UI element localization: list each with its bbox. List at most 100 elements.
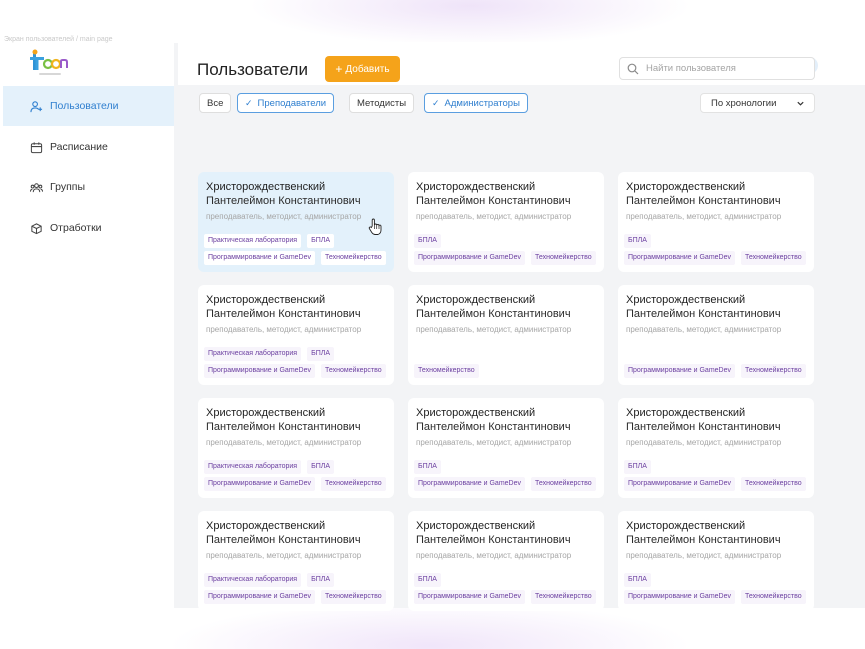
filter-admins[interactable]: ✓ Администраторы bbox=[424, 93, 528, 113]
course-tag: Техномейкерство bbox=[321, 477, 386, 491]
tag-list: БПЛА Программирование и GameDev Техномейке… bbox=[414, 460, 600, 494]
tag-list: Практическая лаборатория БПЛА Программиров… bbox=[204, 347, 390, 381]
tag-row: БПЛА bbox=[414, 234, 600, 248]
user-card[interactable]: Христорождественский Пантелеймон Констант… bbox=[618, 511, 814, 611]
course-tag: БПЛА bbox=[414, 573, 441, 587]
course-tag: Программирование и GameDev bbox=[414, 251, 525, 265]
tag-list: Практическая лаборатория БПЛА Программиров… bbox=[204, 234, 390, 268]
tag-row: Программирование и GameDev Техномейкерств… bbox=[414, 477, 600, 491]
tag-row: Программирование и GameDev Техномейкерств… bbox=[204, 251, 390, 265]
search-input[interactable] bbox=[646, 63, 806, 74]
course-tag: Программирование и GameDev bbox=[624, 477, 735, 491]
filter-methodists[interactable]: Методисты bbox=[349, 93, 415, 113]
user-given-name: Пантелеймон Константинович bbox=[206, 195, 361, 207]
user-given-name: Пантелеймон Константинович bbox=[626, 195, 781, 207]
tag-list: Практическая лаборатория БПЛА Программиров… bbox=[204, 573, 390, 607]
plus-icon: + bbox=[335, 62, 343, 76]
sort-label: По хронологии bbox=[711, 97, 777, 109]
course-tag: Практическая лаборатория bbox=[204, 234, 302, 248]
user-surname: Христорождественский bbox=[626, 407, 746, 419]
course-tag: БПЛА bbox=[307, 234, 334, 248]
search-box[interactable] bbox=[619, 57, 815, 80]
course-tag: Программирование и GameDev bbox=[624, 364, 735, 378]
user-card[interactable]: Христорождественский Пантелеймон Констант… bbox=[408, 398, 604, 498]
user-given-name: Пантелеймон Константинович bbox=[416, 195, 571, 207]
user-surname: Христорождественский bbox=[416, 181, 536, 193]
user-given-name: Пантелеймон Константинович bbox=[416, 534, 571, 546]
tag-row: Программирование и GameDev Техномейкерств… bbox=[624, 251, 810, 265]
sidebar-item-groups[interactable]: Группы bbox=[3, 167, 174, 207]
sidebar-item-users[interactable]: Пользователи bbox=[3, 86, 174, 126]
course-tag: Практическая лаборатория bbox=[204, 573, 302, 587]
filter-label: Администраторы bbox=[444, 97, 520, 109]
user-given-name: Пантелеймон Константинович bbox=[416, 421, 571, 433]
filter-label: Все bbox=[207, 97, 224, 109]
chevron-down-icon bbox=[797, 101, 804, 106]
tag-row: Программирование и GameDev Техномейкерств… bbox=[414, 251, 600, 265]
user-card[interactable]: Христорождественский Пантелеймон Констант… bbox=[198, 285, 394, 385]
add-user-button[interactable]: + Добавить bbox=[325, 56, 400, 82]
tag-list: Техномейкерство bbox=[414, 347, 600, 381]
course-tag: Программирование и GameDev bbox=[204, 477, 315, 491]
course-tag: Техномейкерство bbox=[741, 251, 806, 265]
user-card[interactable]: Христорождественский Пантелеймон Констант… bbox=[408, 285, 604, 385]
user-roles: преподаватель, методист, администратор bbox=[206, 325, 362, 334]
user-card[interactable]: Христорождественский Пантелеймон Констант… bbox=[408, 511, 604, 611]
course-tag: Техномейкерство bbox=[321, 364, 386, 378]
tag-row: Программирование и GameDev Техномейкерств… bbox=[204, 477, 390, 491]
tag-list: БПЛА Программирование и GameDev Техномейке… bbox=[624, 460, 810, 494]
user-card[interactable]: Христорождественский Пантелеймон Констант… bbox=[198, 172, 394, 272]
course-tag: Программирование и GameDev bbox=[414, 477, 525, 491]
tag-list: Практическая лаборатория БПЛА Программиров… bbox=[204, 460, 390, 494]
user-surname: Христорождественский bbox=[626, 181, 746, 193]
tag-row: БПЛА bbox=[624, 573, 810, 587]
user-roles: преподаватель, методист, администратор bbox=[206, 212, 362, 221]
top-glow bbox=[0, 0, 865, 42]
user-add-icon bbox=[30, 100, 43, 112]
user-surname: Христорождественский bbox=[206, 407, 326, 419]
filter-label: Методисты bbox=[357, 97, 407, 109]
course-tag: Практическая лаборатория bbox=[204, 460, 302, 474]
user-card[interactable]: Христорождественский Пантелеймон Констант… bbox=[618, 398, 814, 498]
filter-all[interactable]: Все bbox=[199, 93, 232, 113]
user-surname: Христорождественский bbox=[626, 294, 746, 306]
course-tag: Программирование и GameDev bbox=[624, 251, 735, 265]
user-card[interactable]: Христорождественский Пантелеймон Констант… bbox=[408, 172, 604, 272]
user-given-name: Пантелеймон Константинович bbox=[206, 534, 361, 546]
tag-row: Программирование и GameDev Техномейкерств… bbox=[204, 590, 390, 604]
itcream-logo[interactable] bbox=[27, 49, 69, 79]
user-roles: преподаватель, методист, администратор bbox=[206, 438, 362, 447]
calendar-icon bbox=[30, 141, 43, 153]
user-roles: преподаватель, методист, администратор bbox=[416, 551, 572, 560]
tag-row bbox=[624, 347, 810, 361]
user-given-name: Пантелеймон Константинович bbox=[626, 421, 781, 433]
tag-row: Программирование и GameDev Техномейкерств… bbox=[624, 590, 810, 604]
course-tag: Техномейкерство bbox=[531, 251, 596, 265]
user-card[interactable]: Христорождественский Пантелеймон Констант… bbox=[198, 398, 394, 498]
course-tag: Программирование и GameDev bbox=[624, 590, 735, 604]
user-card[interactable]: Христорождественский Пантелеймон Констант… bbox=[198, 511, 394, 611]
user-roles: преподаватель, методист, администратор bbox=[416, 325, 572, 334]
user-roles: преподаватель, методист, администратор bbox=[206, 551, 362, 560]
user-roles: преподаватель, методист, администратор bbox=[416, 438, 572, 447]
sidebar-item-label: Расписание bbox=[50, 141, 108, 153]
course-tag: Программирование и GameDev bbox=[204, 364, 315, 378]
user-given-name: Пантелеймон Константинович bbox=[626, 534, 781, 546]
tag-row: Программирование и GameDev Техномейкерств… bbox=[624, 477, 810, 491]
course-tag: БПЛА bbox=[624, 460, 651, 474]
filter-teachers[interactable]: ✓ Преподаватели bbox=[237, 93, 335, 113]
tag-row: Техномейкерство bbox=[414, 364, 600, 378]
user-surname: Христорождественский bbox=[416, 407, 536, 419]
tag-row: Практическая лаборатория БПЛА bbox=[204, 347, 390, 361]
course-tag: Техномейкерство bbox=[414, 364, 479, 378]
sidebar-item-makeups[interactable]: Отработки bbox=[3, 208, 174, 248]
tag-list: Программирование и GameDev Техномейкерств… bbox=[624, 347, 810, 381]
tag-row: БПЛА bbox=[414, 460, 600, 474]
user-card[interactable]: Христорождественский Пантелеймон Констант… bbox=[618, 172, 814, 272]
user-card[interactable]: Христорождественский Пантелеймон Констант… bbox=[618, 285, 814, 385]
sidebar-item-schedule[interactable]: Расписание bbox=[3, 127, 174, 167]
user-roles: преподаватель, методист, администратор bbox=[416, 212, 572, 221]
user-given-name: Пантелеймон Константинович bbox=[626, 308, 781, 320]
tag-row: Программирование и GameDev Техномейкерств… bbox=[414, 590, 600, 604]
sort-select[interactable]: По хронологии bbox=[700, 93, 815, 113]
